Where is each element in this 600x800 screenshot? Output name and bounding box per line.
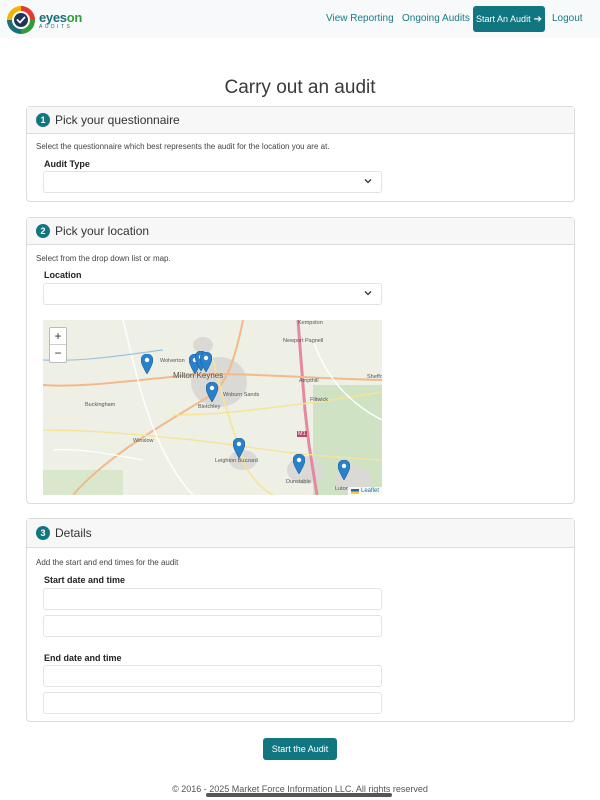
brand-logo[interactable]: eyeson AUDITS xyxy=(6,5,82,35)
eye-logo-icon xyxy=(7,6,35,34)
home-indicator xyxy=(206,793,392,797)
arrow-right-icon: ➔ xyxy=(533,13,542,25)
map-place-label: Woburn Sands xyxy=(223,392,260,398)
map-place-label: Shefford xyxy=(367,374,382,380)
start-time-input[interactable] xyxy=(43,615,382,637)
map-place-label: Bletchley xyxy=(198,404,221,410)
map-place-label: Wolverton xyxy=(160,358,185,364)
page-title: Carry out an audit xyxy=(224,77,376,98)
location-map[interactable]: Kempston Newport Pagnell Wolverton Milton K… xyxy=(43,320,382,495)
start-datetime-label: Start date and time xyxy=(44,575,126,585)
map-marker-icon[interactable] xyxy=(232,437,246,459)
card-description: Select from the drop down list or map. xyxy=(36,254,171,263)
brand-name: eyeson xyxy=(39,9,83,25)
step-badge: 1 xyxy=(36,113,50,127)
details-card-header: 3 Details xyxy=(27,519,574,548)
details-card: 3 Details Add the start and end times fo… xyxy=(26,518,575,722)
map-place-label: Newport Pagnell xyxy=(283,338,324,344)
card-description: Select the questionnaire which best repr… xyxy=(36,142,330,151)
nav-ongoing-audits[interactable]: Ongoing Audits xyxy=(402,13,470,24)
map-marker-icon[interactable] xyxy=(292,453,306,475)
card-description: Add the start and end times for the audi… xyxy=(36,558,179,567)
map-place-label: Luton xyxy=(335,486,349,492)
map-place-label: Kempston xyxy=(298,320,323,326)
audit-type-select[interactable] xyxy=(43,171,382,193)
map-marker-icon[interactable] xyxy=(140,353,154,375)
questionnaire-card: 1 Pick your questionnaire Select the que… xyxy=(26,106,575,202)
nav-start-audit-label: Start An Audit xyxy=(476,14,531,24)
map-place-label: Flitwick xyxy=(310,397,329,403)
zoom-in-button[interactable]: + xyxy=(50,328,66,345)
nav-logout[interactable]: Logout xyxy=(552,13,583,24)
start-audit-submit-button[interactable]: Start the Audit xyxy=(263,738,337,760)
map-marker-icon[interactable] xyxy=(199,351,213,373)
questionnaire-card-header: 1 Pick your questionnaire xyxy=(27,107,574,134)
card-title: Details xyxy=(55,526,92,540)
brand-tagline: AUDITS xyxy=(39,23,73,30)
location-card-header: 2 Pick your location xyxy=(27,218,574,245)
chevron-down-icon xyxy=(364,291,372,296)
end-datetime-label: End date and time xyxy=(44,653,122,663)
card-title: Pick your location xyxy=(55,224,150,238)
map-place-label: Dunstable xyxy=(286,479,311,485)
step-badge: 3 xyxy=(36,526,50,540)
end-date-input[interactable] xyxy=(43,665,382,687)
map-road-label: M1 xyxy=(297,431,307,437)
location-label: Location xyxy=(44,270,82,280)
map-place-label: Winslow xyxy=(133,438,154,444)
map-place-label: Leighton Buzzard xyxy=(215,458,258,464)
map-marker-icon[interactable] xyxy=(205,381,219,403)
brand-wordmark: eyeson AUDITS xyxy=(39,11,82,30)
start-date-input[interactable] xyxy=(43,588,382,610)
location-card: 2 Pick your location Select from the dro… xyxy=(26,217,575,504)
chevron-down-icon xyxy=(364,179,372,184)
leaflet-attribution-link[interactable]: Leaflet xyxy=(361,488,379,494)
ukraine-flag-icon xyxy=(350,488,359,494)
location-select[interactable] xyxy=(43,283,382,305)
map-zoom-control: + − xyxy=(49,327,67,363)
navbar: eyeson AUDITS View Reporting Ongoing Aud… xyxy=(0,0,600,38)
step-badge: 2 xyxy=(36,224,50,238)
map-place-label: Ampthill xyxy=(299,378,319,384)
audit-type-label: Audit Type xyxy=(44,159,90,169)
end-time-input[interactable] xyxy=(43,692,382,714)
map-attribution[interactable]: Leaflet xyxy=(347,487,382,495)
map-place-label: Buckingham xyxy=(85,402,116,408)
card-title: Pick your questionnaire xyxy=(55,113,180,127)
map-marker-icon[interactable] xyxy=(337,459,351,481)
nav-start-audit-button[interactable]: Start An Audit ➔ xyxy=(473,6,545,32)
zoom-out-button[interactable]: − xyxy=(50,345,66,362)
nav-view-reporting[interactable]: View Reporting xyxy=(326,13,394,24)
